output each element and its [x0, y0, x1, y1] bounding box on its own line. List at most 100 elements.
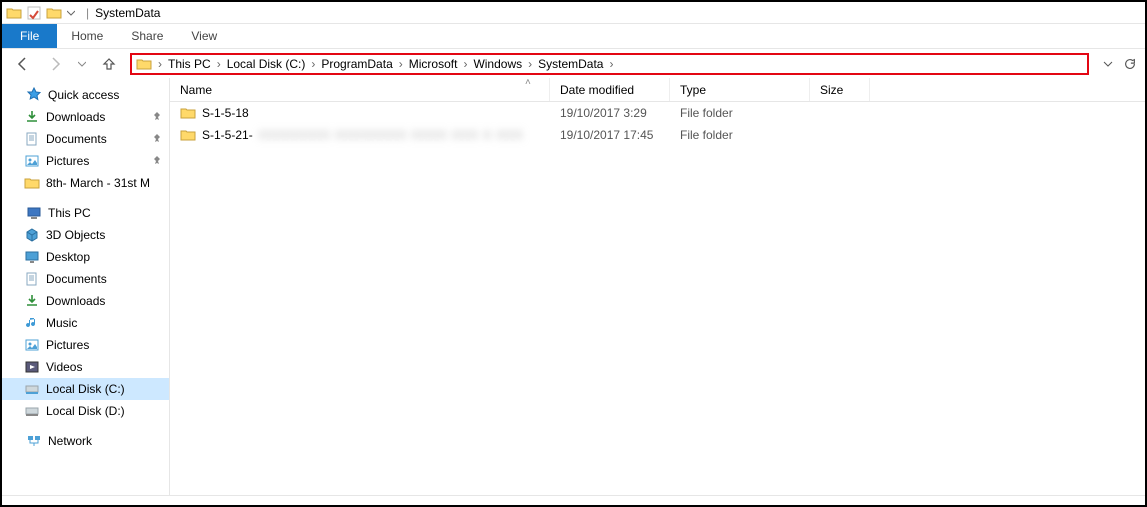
- status-bar: [2, 495, 1145, 505]
- sidebar-item-label: Pictures: [46, 338, 89, 352]
- refresh-icon[interactable]: [1121, 55, 1139, 73]
- star-icon: [26, 87, 42, 103]
- column-header-type[interactable]: Type: [670, 78, 810, 101]
- window-title: SystemData: [95, 6, 160, 20]
- file-list[interactable]: S-1-5-18 19/10/2017 3:29 File folder S-1…: [170, 102, 1145, 495]
- sidebar-item-pictures[interactable]: Pictures: [2, 150, 169, 172]
- sidebar-group-quick-access: Quick access Downloads Documents Picture…: [2, 84, 169, 194]
- navigation-pane: Quick access Downloads Documents Picture…: [2, 78, 170, 495]
- sidebar-item-label: 3D Objects: [46, 228, 105, 242]
- disk-icon: [24, 381, 40, 397]
- file-name-cell: S-1-5-18: [170, 105, 550, 121]
- sort-ascending-icon: ˄: [525, 77, 531, 88]
- documents-icon: [24, 271, 40, 287]
- sidebar-item-documents[interactable]: Documents: [2, 268, 169, 290]
- folder-icon: [6, 5, 22, 21]
- chevron-right-icon[interactable]: ›: [528, 57, 532, 71]
- sidebar-item-label: Music: [46, 316, 77, 330]
- sidebar-item-documents[interactable]: Documents: [2, 128, 169, 150]
- sidebar-item-local-disk-d[interactable]: Local Disk (D:): [2, 400, 169, 422]
- titlebar: | SystemData: [2, 2, 1145, 24]
- sidebar-item-label: Local Disk (C:): [46, 382, 125, 396]
- sidebar-item-videos[interactable]: Videos: [2, 356, 169, 378]
- pin-icon: [151, 111, 163, 123]
- sidebar-item-local-disk-c[interactable]: Local Disk (C:): [2, 378, 169, 400]
- pin-icon: [151, 133, 163, 145]
- chevron-right-icon[interactable]: ›: [463, 57, 467, 71]
- sidebar-item-downloads[interactable]: Downloads: [2, 106, 169, 128]
- address-dropdown-icon[interactable]: [1099, 55, 1117, 73]
- column-headers: ˄ Name Date modified Type Size: [170, 78, 1145, 102]
- chevron-right-icon[interactable]: ›: [311, 57, 315, 71]
- sidebar-item-label: Network: [48, 434, 92, 448]
- folder-icon: [136, 56, 152, 72]
- sidebar-item-3dobjects[interactable]: 3D Objects: [2, 224, 169, 246]
- column-header-name[interactable]: Name: [170, 78, 550, 101]
- file-type: File folder: [670, 128, 810, 142]
- properties-icon[interactable]: [26, 5, 42, 21]
- sidebar-item-desktop[interactable]: Desktop: [2, 246, 169, 268]
- tab-file[interactable]: File: [2, 24, 57, 48]
- forward-button[interactable]: [44, 53, 66, 75]
- qat-dropdown-icon[interactable]: [66, 5, 76, 21]
- back-button[interactable]: [12, 53, 34, 75]
- sidebar-item-music[interactable]: Music: [2, 312, 169, 334]
- explorer-window: | SystemData File Home Share View › This…: [0, 0, 1147, 507]
- folder-icon: [24, 175, 40, 191]
- sidebar-network[interactable]: Network: [2, 430, 169, 452]
- file-row[interactable]: S-1-5-21- XXXXXXXX XXXXXXXX XXXX XXX X XX…: [170, 124, 1145, 146]
- chevron-right-icon[interactable]: ›: [399, 57, 403, 71]
- new-folder-icon[interactable]: [46, 5, 62, 21]
- file-date: 19/10/2017 17:45: [550, 128, 670, 142]
- folder-icon: [180, 105, 196, 121]
- sidebar-item-folder[interactable]: 8th- March - 31st M: [2, 172, 169, 194]
- tab-home[interactable]: Home: [57, 24, 117, 48]
- folder-icon: [180, 127, 196, 143]
- documents-icon: [24, 131, 40, 147]
- breadcrumb-item[interactable]: Microsoft: [409, 57, 458, 71]
- sidebar-item-label: Downloads: [46, 294, 105, 308]
- music-icon: [24, 315, 40, 331]
- sidebar-quick-access[interactable]: Quick access: [2, 84, 169, 106]
- breadcrumb-item[interactable]: SystemData: [538, 57, 603, 71]
- sidebar-item-label: 8th- March - 31st M: [46, 176, 150, 190]
- network-icon: [26, 433, 42, 449]
- disk-icon: [24, 403, 40, 419]
- file-name-cell: S-1-5-21- XXXXXXXX XXXXXXXX XXXX XXX X XX…: [170, 127, 550, 143]
- desktop-icon: [24, 249, 40, 265]
- breadcrumb-item[interactable]: This PC: [168, 57, 211, 71]
- breadcrumb-item[interactable]: Local Disk (C:): [227, 57, 306, 71]
- recent-dropdown-icon[interactable]: [76, 53, 88, 75]
- sidebar-item-pictures[interactable]: Pictures: [2, 334, 169, 356]
- downloads-icon: [24, 109, 40, 125]
- chevron-right-icon[interactable]: ›: [158, 57, 162, 71]
- up-button[interactable]: [98, 53, 120, 75]
- file-row[interactable]: S-1-5-18 19/10/2017 3:29 File folder: [170, 102, 1145, 124]
- column-header-size[interactable]: Size: [810, 78, 870, 101]
- pc-icon: [26, 205, 42, 221]
- chevron-right-icon[interactable]: ›: [217, 57, 221, 71]
- sidebar-item-label: Pictures: [46, 154, 89, 168]
- file-name: S-1-5-21-: [202, 128, 253, 142]
- pictures-icon: [24, 337, 40, 353]
- chevron-right-icon[interactable]: ›: [609, 57, 613, 71]
- column-header-date[interactable]: Date modified: [550, 78, 670, 101]
- downloads-icon: [24, 293, 40, 309]
- tab-share[interactable]: Share: [117, 24, 177, 48]
- sidebar-item-label: Local Disk (D:): [46, 404, 125, 418]
- title-separator: |: [86, 6, 89, 20]
- file-name-redacted: XXXXXXXX XXXXXXXX XXXX XXX X XXX: [259, 128, 524, 142]
- file-type: File folder: [670, 106, 810, 120]
- pictures-icon: [24, 153, 40, 169]
- sidebar-group-this-pc: This PC 3D Objects Desktop Documents Dow…: [2, 202, 169, 422]
- sidebar-group-network: Network: [2, 430, 169, 452]
- sidebar-this-pc[interactable]: This PC: [2, 202, 169, 224]
- sidebar-item-label: Videos: [46, 360, 82, 374]
- address-bar[interactable]: › This PC › Local Disk (C:) › ProgramDat…: [130, 53, 1089, 75]
- sidebar-item-label: This PC: [48, 206, 91, 220]
- sidebar-item-label: Documents: [46, 132, 107, 146]
- sidebar-item-downloads[interactable]: Downloads: [2, 290, 169, 312]
- breadcrumb-item[interactable]: Windows: [473, 57, 522, 71]
- tab-view[interactable]: View: [177, 24, 231, 48]
- breadcrumb-item[interactable]: ProgramData: [321, 57, 392, 71]
